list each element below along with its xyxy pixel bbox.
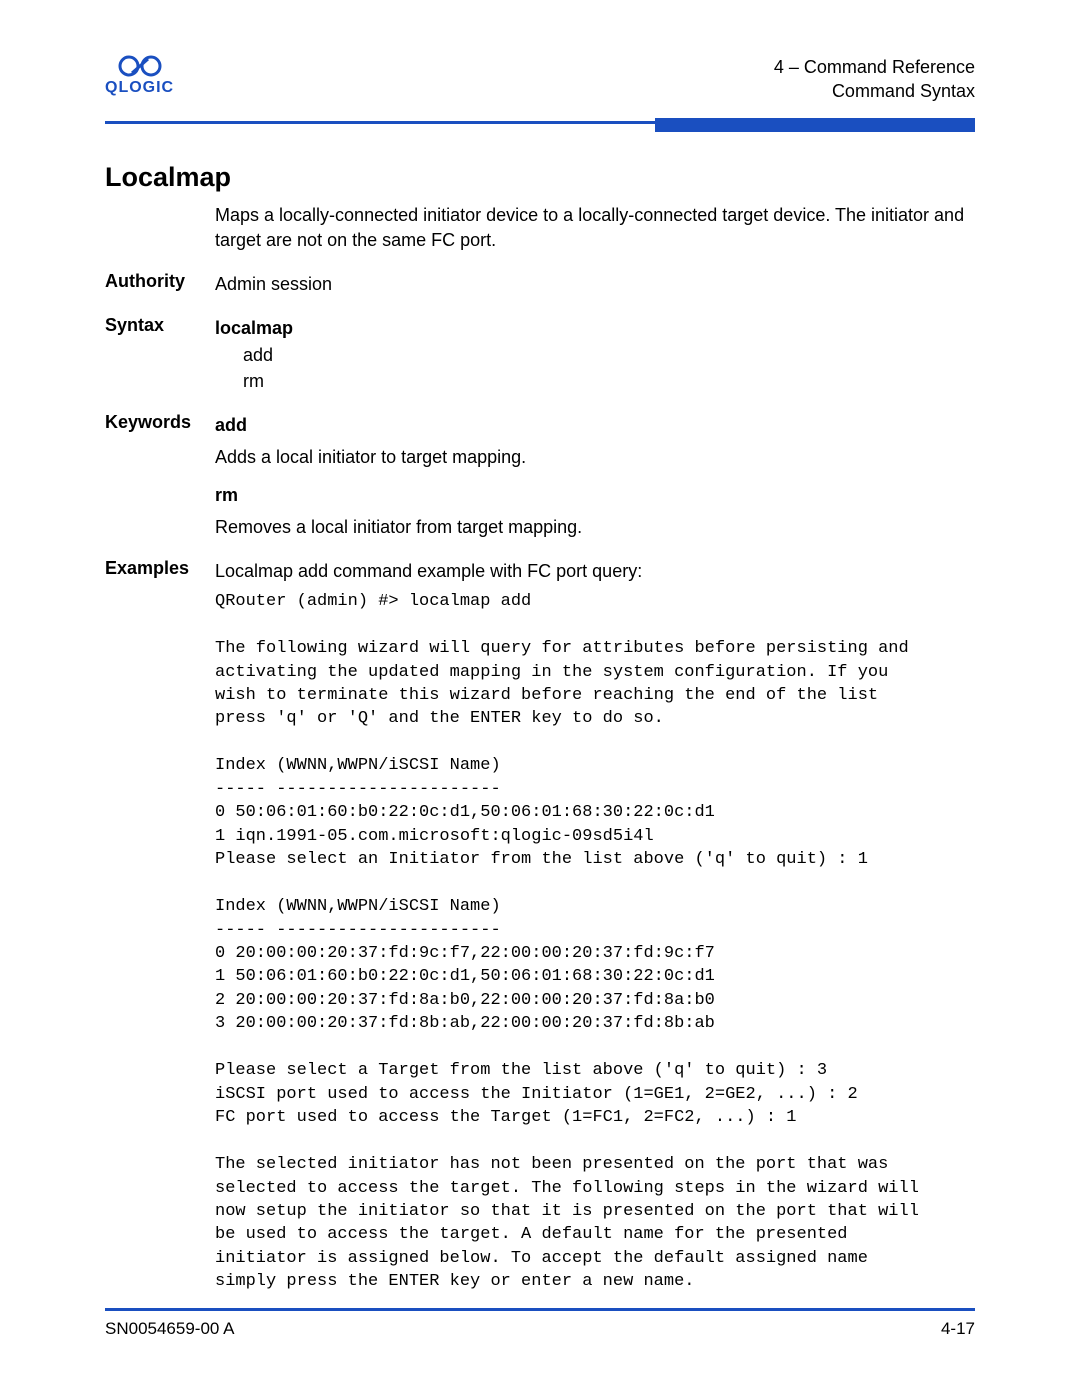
keywords-section: Keywords add Adds a local initiator to t… [105,412,975,540]
keywords-body: add Adds a local initiator to target map… [215,412,582,540]
footer-rule [105,1308,975,1311]
page-number: 4-17 [941,1319,975,1339]
syntax-option-add: add [243,342,293,368]
syntax-body: localmap add rm [215,315,293,393]
section-label: Command Syntax [774,79,975,103]
examples-section: Examples Localmap add command example wi… [105,558,975,1294]
examples-terminal-output: QRouter (admin) #> localmap add The foll… [215,590,919,1294]
logo-mark-icon [118,55,162,77]
syntax-section: Syntax localmap add rm [105,315,975,393]
keyword-rm: rm [215,485,238,505]
chapter-label: 4 – Command Reference [774,55,975,79]
syntax-option-rm: rm [243,368,293,394]
authority-text: Admin session [215,271,332,297]
keywords-label: Keywords [105,412,215,540]
qlogic-logo: QLOGIC [105,55,174,97]
footer-row: SN0054659-00 A 4-17 [105,1319,975,1339]
syntax-label: Syntax [105,315,215,393]
content: Localmap Maps a locally-connected initia… [105,162,975,1294]
examples-body: Localmap add command example with FC por… [215,558,919,1294]
keyword-rm-desc: Removes a local initiator from target ma… [215,514,582,540]
page-header: QLOGIC 4 – Command Reference Command Syn… [105,55,975,115]
syntax-command: localmap [215,318,293,338]
page: QLOGIC 4 – Command Reference Command Syn… [0,0,1080,1397]
doc-id: SN0054659-00 A [105,1319,235,1339]
intro-paragraph: Maps a locally-connected initiator devic… [215,203,975,253]
page-title: Localmap [105,162,975,193]
authority-section: Authority Admin session [105,271,975,297]
logo-text: QLOGIC [105,79,174,97]
authority-label: Authority [105,271,215,297]
keyword-add: add [215,415,247,435]
header-right: 4 – Command Reference Command Syntax [774,55,975,104]
examples-lead: Localmap add command example with FC por… [215,558,919,584]
keyword-add-desc: Adds a local initiator to target mapping… [215,444,582,470]
examples-label: Examples [105,558,215,1294]
header-accent-bar [655,118,975,132]
page-footer: SN0054659-00 A 4-17 [105,1308,975,1339]
